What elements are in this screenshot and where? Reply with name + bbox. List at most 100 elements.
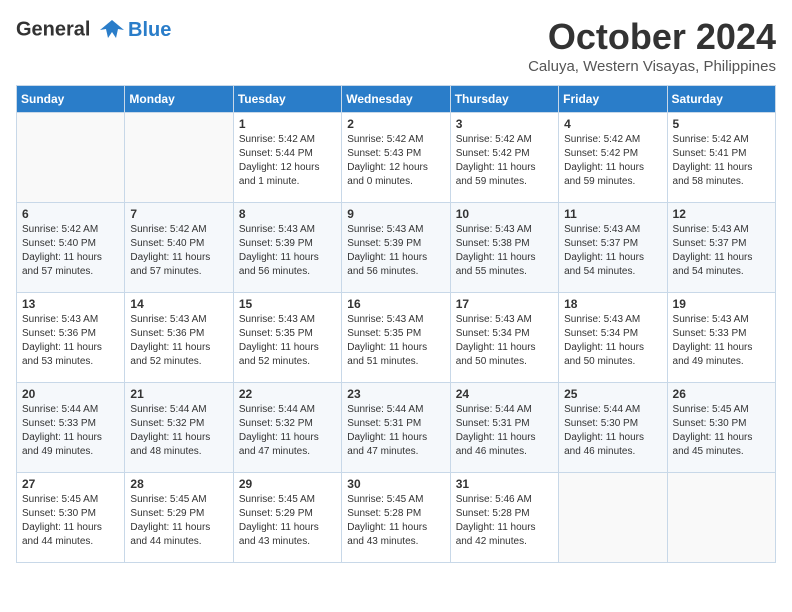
- day-number: 28: [130, 477, 227, 491]
- week-row-5: 27 Sunrise: 5:45 AMSunset: 5:30 PMDayligh…: [17, 473, 776, 563]
- day-number: 11: [564, 207, 661, 221]
- table-row: 21Sunrise: 5:44 AMSunset: 5:32 PMDayligh…: [125, 383, 233, 473]
- logo: General Blue: [16, 16, 171, 44]
- day-detail: Sunrise: 5:43 AMSunset: 5:39 PMDaylight:…: [239, 223, 336, 279]
- day-number: 23: [347, 387, 444, 401]
- day-detail: Sunrise: 5:46 AMSunset: 5:28 PMDaylight:…: [456, 493, 553, 549]
- day-detail: Sunrise: 5:42 AMSunset: 5:43 PMDaylight:…: [347, 133, 444, 189]
- col-monday: Monday: [125, 86, 233, 113]
- day-detail: Sunrise: 5:45 AMSunset: 5:30 PMDaylight:…: [22, 493, 119, 549]
- table-row: 1 Sunrise: 5:42 AMSunset: 5:44 PMDaylight…: [233, 113, 341, 203]
- col-friday: Friday: [559, 86, 667, 113]
- page-header: General Blue October 2024 Caluya, Wester…: [16, 16, 776, 75]
- day-detail: Sunrise: 5:43 AMSunset: 5:37 PMDaylight:…: [673, 223, 770, 279]
- day-number: 7: [130, 207, 227, 221]
- day-number: 5: [673, 117, 770, 131]
- table-row: 22 Sunrise: 5:44 AMSunset: 5:32 PMDayligh…: [233, 383, 341, 473]
- table-row: 24Sunrise: 5:44 AMSunset: 5:31 PMDayligh…: [450, 383, 558, 473]
- day-number: 17: [456, 297, 553, 311]
- table-row: 9Sunrise: 5:43 AMSunset: 5:39 PMDaylight…: [342, 203, 450, 293]
- day-number: 25: [564, 387, 661, 401]
- day-detail: Sunrise: 5:42 AMSunset: 5:42 PMDaylight:…: [456, 133, 553, 189]
- day-detail: Sunrise: 5:42 AMSunset: 5:42 PMDaylight:…: [564, 133, 661, 189]
- logo-blue: Blue: [128, 19, 171, 42]
- day-detail: Sunrise: 5:43 AMSunset: 5:36 PMDaylight:…: [130, 313, 227, 369]
- table-row: 11 Sunrise: 5:43 AMSunset: 5:37 PMDayligh…: [559, 203, 667, 293]
- day-detail: Sunrise: 5:45 AMSunset: 5:29 PMDaylight:…: [130, 493, 227, 549]
- week-row-1: 1 Sunrise: 5:42 AMSunset: 5:44 PMDaylight…: [17, 113, 776, 203]
- day-number: 20: [22, 387, 119, 401]
- day-detail: Sunrise: 5:45 AMSunset: 5:30 PMDaylight:…: [673, 403, 770, 459]
- table-row: 31Sunrise: 5:46 AMSunset: 5:28 PMDayligh…: [450, 473, 558, 563]
- day-detail: Sunrise: 5:44 AMSunset: 5:32 PMDaylight:…: [239, 403, 336, 459]
- table-row: 3 Sunrise: 5:42 AMSunset: 5:42 PMDaylight…: [450, 113, 558, 203]
- table-row: 28 Sunrise: 5:45 AMSunset: 5:29 PMDayligh…: [125, 473, 233, 563]
- day-number: 1: [239, 117, 336, 131]
- day-number: 13: [22, 297, 119, 311]
- calendar-header-row: Sunday Monday Tuesday Wednesday Thursday…: [17, 86, 776, 113]
- day-detail: Sunrise: 5:43 AMSunset: 5:35 PMDaylight:…: [239, 313, 336, 369]
- day-number: 24: [456, 387, 553, 401]
- day-detail: Sunrise: 5:43 AMSunset: 5:38 PMDaylight:…: [456, 223, 553, 279]
- day-detail: Sunrise: 5:45 AMSunset: 5:28 PMDaylight:…: [347, 493, 444, 549]
- table-row: [125, 113, 233, 203]
- table-row: 12 Sunrise: 5:43 AMSunset: 5:37 PMDayligh…: [667, 203, 775, 293]
- day-number: 14: [130, 297, 227, 311]
- day-number: 8: [239, 207, 336, 221]
- day-detail: Sunrise: 5:43 AMSunset: 5:33 PMDaylight:…: [673, 313, 770, 369]
- table-row: 29Sunrise: 5:45 AMSunset: 5:29 PMDayligh…: [233, 473, 341, 563]
- table-row: 27 Sunrise: 5:45 AMSunset: 5:30 PMDayligh…: [17, 473, 125, 563]
- table-row: [559, 473, 667, 563]
- week-row-4: 20Sunrise: 5:44 AMSunset: 5:33 PMDayligh…: [17, 383, 776, 473]
- day-detail: Sunrise: 5:43 AMSunset: 5:35 PMDaylight:…: [347, 313, 444, 369]
- day-detail: Sunrise: 5:42 AMSunset: 5:40 PMDaylight:…: [130, 223, 227, 279]
- day-number: 16: [347, 297, 444, 311]
- table-row: 13 Sunrise: 5:43 AMSunset: 5:36 PMDayligh…: [17, 293, 125, 383]
- table-row: 10Sunrise: 5:43 AMSunset: 5:38 PMDayligh…: [450, 203, 558, 293]
- title-block: October 2024 Caluya, Western Visayas, Ph…: [528, 16, 776, 75]
- table-row: 18 Sunrise: 5:43 AMSunset: 5:34 PMDayligh…: [559, 293, 667, 383]
- table-row: 15 Sunrise: 5:43 AMSunset: 5:35 PMDayligh…: [233, 293, 341, 383]
- table-row: 30 Sunrise: 5:45 AMSunset: 5:28 PMDayligh…: [342, 473, 450, 563]
- day-detail: Sunrise: 5:43 AMSunset: 5:34 PMDaylight:…: [564, 313, 661, 369]
- day-number: 12: [673, 207, 770, 221]
- day-number: 29: [239, 477, 336, 491]
- logo-bird-icon: [98, 16, 126, 44]
- day-number: 18: [564, 297, 661, 311]
- day-detail: Sunrise: 5:42 AMSunset: 5:40 PMDaylight:…: [22, 223, 119, 279]
- table-row: [17, 113, 125, 203]
- day-number: 15: [239, 297, 336, 311]
- day-number: 27: [22, 477, 119, 491]
- day-detail: Sunrise: 5:43 AMSunset: 5:34 PMDaylight:…: [456, 313, 553, 369]
- table-row: 17 Sunrise: 5:43 AMSunset: 5:34 PMDayligh…: [450, 293, 558, 383]
- table-row: 19 Sunrise: 5:43 AMSunset: 5:33 PMDayligh…: [667, 293, 775, 383]
- day-number: 4: [564, 117, 661, 131]
- day-detail: Sunrise: 5:44 AMSunset: 5:32 PMDaylight:…: [130, 403, 227, 459]
- day-number: 30: [347, 477, 444, 491]
- table-row: 6 Sunrise: 5:42 AMSunset: 5:40 PMDaylight…: [17, 203, 125, 293]
- day-number: 3: [456, 117, 553, 131]
- day-detail: Sunrise: 5:43 AMSunset: 5:36 PMDaylight:…: [22, 313, 119, 369]
- logo-general: General: [16, 18, 90, 40]
- day-number: 26: [673, 387, 770, 401]
- table-row: 23 Sunrise: 5:44 AMSunset: 5:31 PMDayligh…: [342, 383, 450, 473]
- table-row: 5 Sunrise: 5:42 AMSunset: 5:41 PMDaylight…: [667, 113, 775, 203]
- day-detail: Sunrise: 5:43 AMSunset: 5:39 PMDaylight:…: [347, 223, 444, 279]
- day-detail: Sunrise: 5:42 AMSunset: 5:41 PMDaylight:…: [673, 133, 770, 189]
- day-detail: Sunrise: 5:42 AMSunset: 5:44 PMDaylight:…: [239, 133, 336, 189]
- col-wednesday: Wednesday: [342, 86, 450, 113]
- location-subtitle: Caluya, Western Visayas, Philippines: [528, 58, 776, 75]
- day-number: 2: [347, 117, 444, 131]
- day-number: 22: [239, 387, 336, 401]
- day-number: 19: [673, 297, 770, 311]
- week-row-3: 13 Sunrise: 5:43 AMSunset: 5:36 PMDayligh…: [17, 293, 776, 383]
- col-thursday: Thursday: [450, 86, 558, 113]
- calendar-table: Sunday Monday Tuesday Wednesday Thursday…: [16, 85, 776, 563]
- day-detail: Sunrise: 5:44 AMSunset: 5:30 PMDaylight:…: [564, 403, 661, 459]
- col-saturday: Saturday: [667, 86, 775, 113]
- col-tuesday: Tuesday: [233, 86, 341, 113]
- day-detail: Sunrise: 5:43 AMSunset: 5:37 PMDaylight:…: [564, 223, 661, 279]
- col-sunday: Sunday: [17, 86, 125, 113]
- day-detail: Sunrise: 5:44 AMSunset: 5:31 PMDaylight:…: [347, 403, 444, 459]
- day-number: 6: [22, 207, 119, 221]
